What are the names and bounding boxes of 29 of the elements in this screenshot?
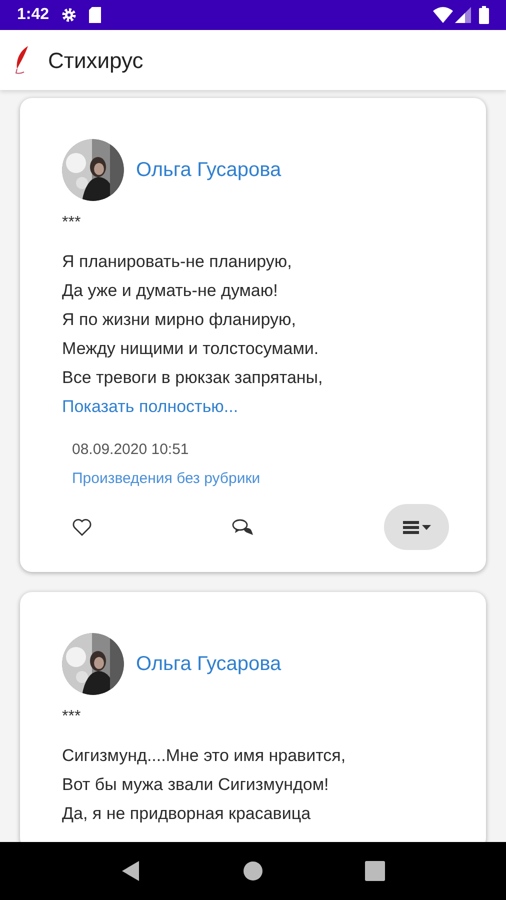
status-time: 1:42 — [17, 5, 50, 25]
signal-icon — [455, 7, 471, 23]
poem-line: Да, я не придворная красавица — [62, 803, 311, 825]
poem-line: Я планировать-не планирую, — [62, 251, 292, 273]
poem-line: Да уже и думать-не думаю! — [62, 280, 278, 302]
author-link[interactable]: Ольга Гусарова — [136, 649, 282, 679]
poem-line: Все тревоги в рюкзак запрятаны, — [62, 367, 323, 389]
wifi-icon — [433, 7, 453, 23]
show-more-link[interactable]: Показать полностью... — [62, 392, 238, 421]
home-icon[interactable] — [243, 861, 263, 881]
poem-line: Вот бы мужа звали Сигизмундом! — [62, 774, 329, 796]
battery-icon — [479, 6, 489, 24]
back-icon[interactable] — [121, 860, 141, 882]
post-date: 08.09.2020 10:51 — [72, 440, 189, 460]
app-title: Стихирус — [48, 46, 144, 75]
menu-button[interactable] — [384, 504, 449, 550]
poem-line: Между нищими и толстосумами. — [62, 338, 319, 360]
poem-line: Сигизмунд....Мне это имя нравится, — [62, 745, 346, 767]
heart-icon[interactable] — [72, 518, 92, 536]
poem-heading: *** — [62, 213, 81, 233]
sd-card-icon — [89, 7, 102, 23]
poem-line: Я по жизни мирно фланирую, — [62, 309, 296, 331]
comments-icon[interactable] — [232, 518, 254, 536]
author-link[interactable]: Ольга Гусарова — [136, 155, 282, 185]
poem-heading: *** — [62, 707, 81, 727]
caret-icon — [422, 524, 430, 530]
menu-icon — [402, 520, 418, 534]
settings-icon — [61, 7, 78, 23]
category-link[interactable]: Произведения без рубрики — [72, 468, 260, 490]
